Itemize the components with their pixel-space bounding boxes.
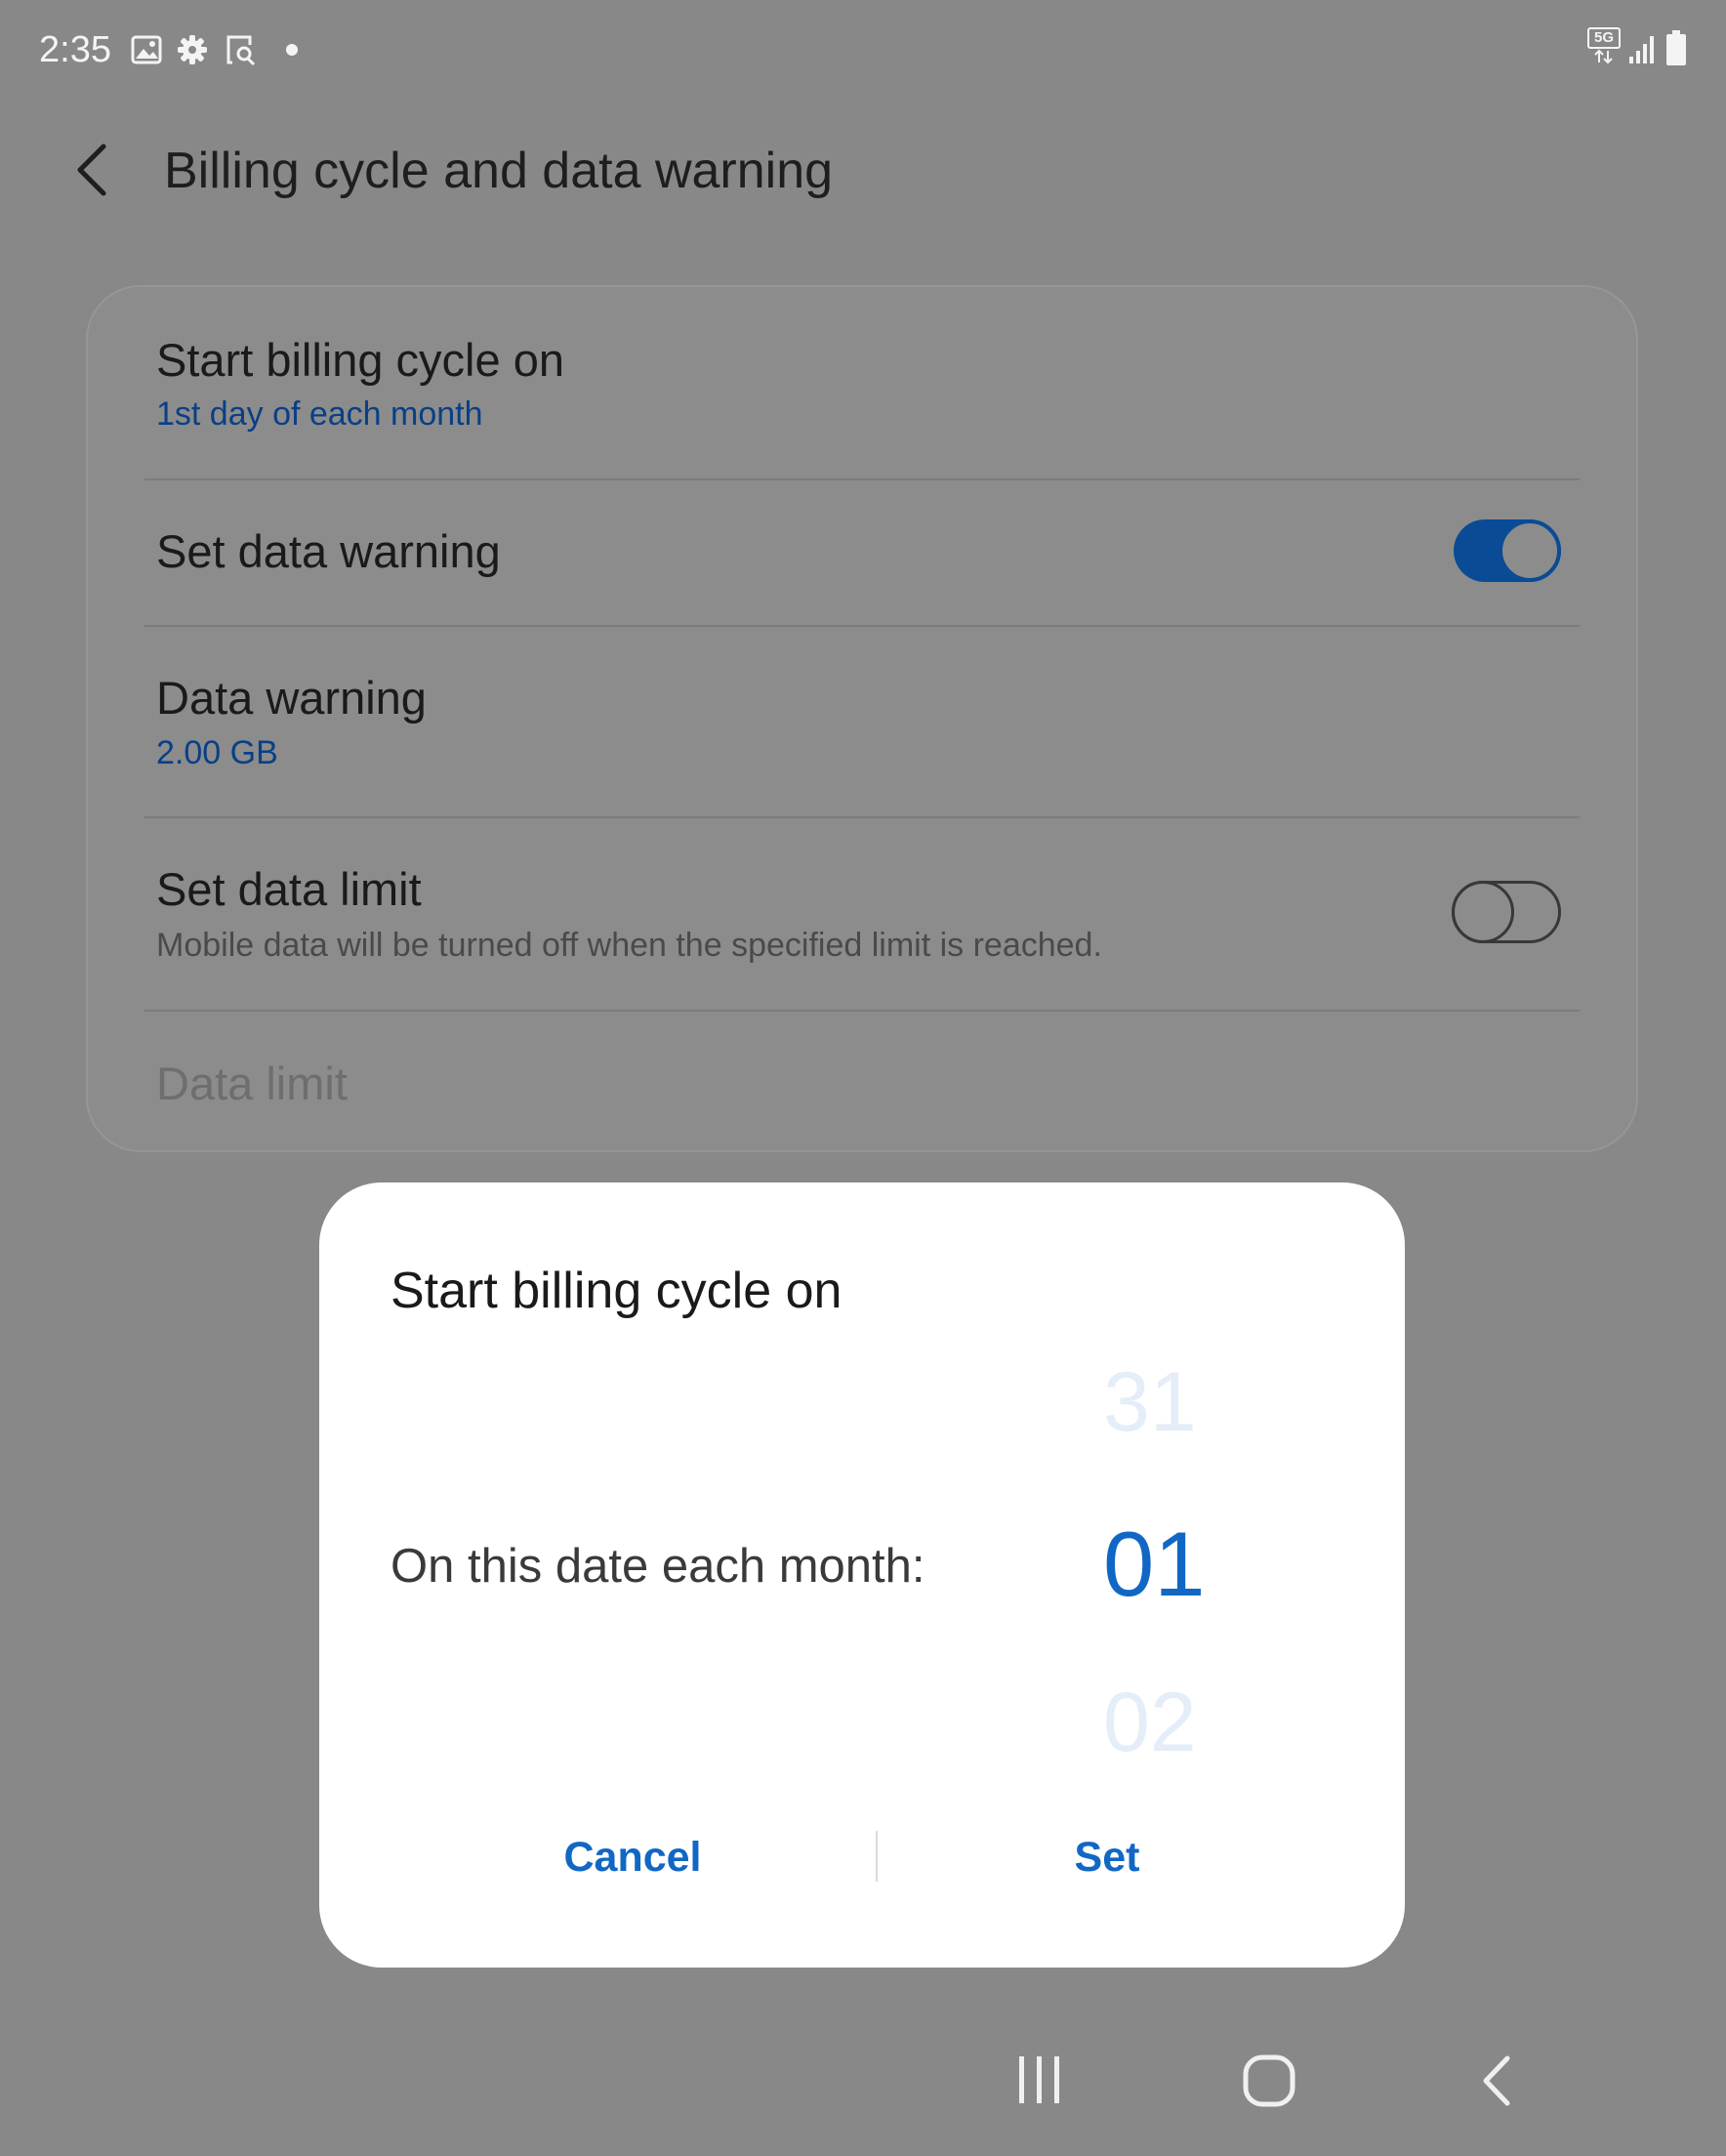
- picker-previous-value[interactable]: 31: [1103, 1353, 1220, 1451]
- back-button[interactable]: [72, 141, 111, 199]
- nav-back-icon[interactable]: [1480, 2054, 1515, 2107]
- cancel-button[interactable]: Cancel: [486, 1830, 779, 1885]
- button-divider: [876, 1831, 878, 1882]
- home-icon[interactable]: [1243, 2054, 1295, 2107]
- signal-icon: [1629, 36, 1654, 63]
- picker-selected-value[interactable]: 01: [1103, 1515, 1220, 1613]
- screen-recorder-icon: [226, 35, 256, 66]
- notification-dot-icon: [286, 44, 298, 56]
- dialog-title: Start billing cycle on: [390, 1263, 842, 1319]
- data-warning-toggle[interactable]: [1454, 519, 1561, 582]
- set-data-warning-title: Set data warning: [156, 525, 501, 577]
- set-data-limit-description: Mobile data will be turned off when the …: [156, 927, 1102, 964]
- toggle-knob: [1452, 881, 1514, 943]
- data-limit-title: Data limit: [156, 1057, 348, 1109]
- network-type-label: 5G: [1587, 27, 1621, 49]
- data-limit-toggle[interactable]: [1452, 881, 1561, 943]
- battery-icon: [1666, 30, 1686, 65]
- set-data-limit-title: Set data limit: [156, 863, 422, 915]
- page-title: Billing cycle and data warning: [164, 143, 834, 199]
- toggle-knob: [1499, 519, 1561, 582]
- network-type-badge: 5G: [1587, 27, 1621, 66]
- billing-cycle-title: Start billing cycle on: [156, 334, 564, 386]
- data-warning-title: Data warning: [156, 672, 427, 724]
- picker-next-value[interactable]: 02: [1103, 1674, 1220, 1771]
- gallery-icon: [131, 35, 162, 64]
- dialog-date-label: On this date each month:: [390, 1540, 925, 1593]
- row-divider: [144, 1010, 1580, 1012]
- data-arrows-icon: [1594, 49, 1613, 64]
- data-warning-value: 2.00 GB: [156, 734, 278, 771]
- recent-apps-icon[interactable]: [1015, 2054, 1064, 2105]
- set-button[interactable]: Set: [961, 1830, 1253, 1885]
- billing-cycle-value: 1st day of each month: [156, 395, 483, 433]
- status-time: 2:35: [39, 29, 111, 70]
- settings-gear-icon: [178, 35, 207, 64]
